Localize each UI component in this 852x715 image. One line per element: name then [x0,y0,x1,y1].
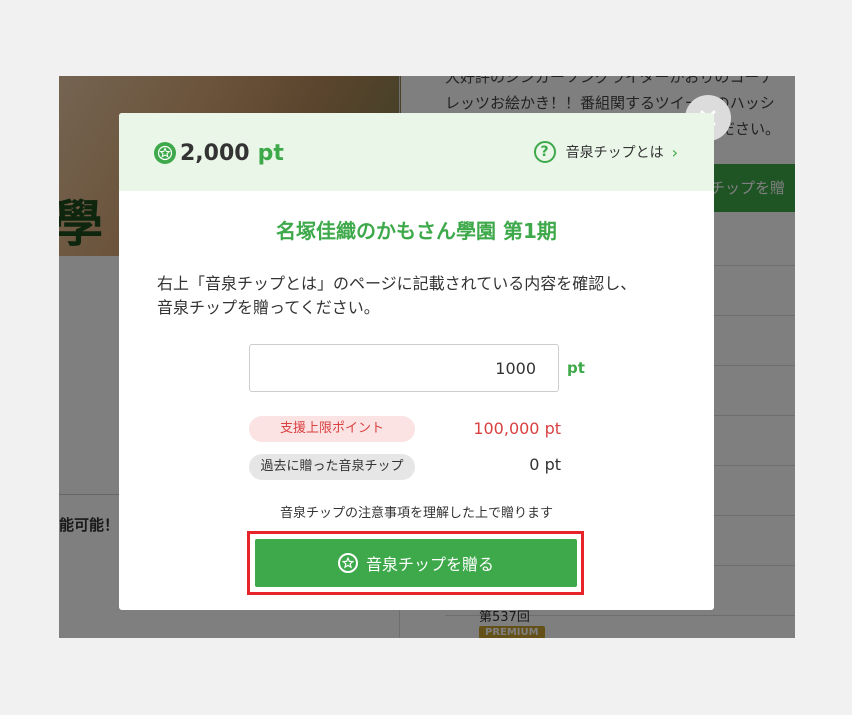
points-unit: pt [257,140,284,166]
instruction-line: 右上「音泉チップとは」のページに記載されている内容を確認し、 [157,274,637,293]
limit-value: 100,000 pt [473,419,561,438]
send-tip-button-label: 音泉チップを贈る [365,555,494,574]
instruction-text: 右上「音泉チップとは」のページに記載されている内容を確認し、 音泉チップを贈って… [157,272,687,320]
points-balance: 2,000 pt [154,139,284,167]
tip-amount-input[interactable] [249,344,559,392]
chevron-right-icon: › [671,142,678,162]
past-tips-label-badge: 過去に贈った音泉チップ [249,454,415,480]
help-link[interactable]: ? 音泉チップとは › [533,141,678,163]
star-coin-icon [337,553,358,573]
past-tips-value: 0 pt [529,455,561,474]
star-coin-icon [154,142,176,164]
notice-text: 音泉チップの注意事項を理解した上で贈ります [279,506,553,521]
program-title: 名塚佳織のかもさん學園 第1期 [276,219,557,243]
points-value: 2,000 [180,140,250,166]
instruction-line: 音泉チップを贈ってください。 [157,298,380,317]
question-circle-icon: ? [533,141,556,163]
limit-label-badge: 支援上限ポイント [249,416,415,442]
amount-unit: pt [567,359,585,377]
help-link-label: 音泉チップとは [565,145,664,161]
modal-header: 2,000 pt ? 音泉チップとは › [119,113,714,191]
send-tip-button[interactable]: 音泉チップを贈る [255,539,577,587]
tip-modal: 2,000 pt ? 音泉チップとは › 名塚佳織のかもさん學園 第1期 右上「… [119,113,714,610]
